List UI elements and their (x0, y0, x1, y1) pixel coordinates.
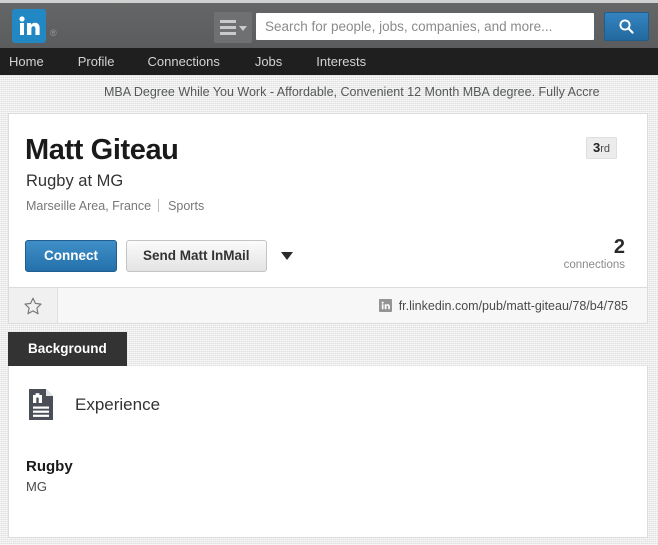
search-category-menu-button[interactable] (214, 12, 252, 43)
advertisement-text: MBA Degree While You Work - Affordable, … (104, 85, 600, 99)
primary-nav: Home Profile Connections Jobs Interests (0, 48, 658, 75)
profile-headline: Rugby at MG (26, 172, 124, 190)
profile-name: Matt Giteau (25, 134, 179, 166)
star-outline-icon (24, 297, 42, 314)
experience-section-header: Experience (27, 388, 160, 421)
profile-location: Marseille Area, France (26, 199, 152, 213)
registered-trademark-mark: ® (50, 28, 57, 38)
meta-separator (158, 199, 160, 212)
degree-suffix: rd (600, 143, 610, 155)
connections-count: 2 (613, 236, 625, 258)
global-navigation-bar: ® (0, 3, 658, 48)
search-input[interactable] (256, 13, 594, 40)
linkedin-logo[interactable] (12, 9, 46, 43)
nav-item-connections[interactable]: Connections (148, 54, 220, 69)
profile-action-buttons: Connect Send Matt InMail (25, 240, 293, 272)
advertisement-banner[interactable]: MBA Degree While You Work - Affordable, … (0, 75, 658, 111)
hamburger-menu-icon (219, 20, 236, 35)
nav-item-jobs[interactable]: Jobs (255, 54, 282, 69)
connection-degree-badge: 3rd (585, 137, 617, 159)
linkedin-mini-icon (378, 299, 392, 312)
profile-industry[interactable]: Sports (168, 199, 204, 213)
connect-button[interactable]: Connect (25, 240, 117, 272)
nav-item-profile[interactable]: Profile (78, 54, 115, 69)
search-icon (619, 19, 634, 34)
experience-entry-company[interactable]: MG (26, 479, 47, 494)
nav-item-home[interactable]: Home (9, 54, 44, 69)
profile-meta: Marseille Area, France Sports (26, 197, 204, 213)
bookmark-button[interactable] (9, 288, 58, 323)
profile-url-group[interactable]: fr.linkedin.com/pub/matt-giteau/78/b4/78… (378, 299, 647, 313)
background-panel: Experience Rugby MG (8, 366, 648, 538)
chevron-down-icon (238, 26, 247, 31)
chevron-down-icon[interactable] (280, 251, 293, 260)
experience-entry-title[interactable]: Rugby (26, 458, 73, 475)
document-experience-icon (29, 389, 53, 420)
experience-title: Experience (75, 394, 161, 414)
public-profile-url-bar: fr.linkedin.com/pub/matt-giteau/78/b4/78… (8, 288, 648, 324)
search-button[interactable] (604, 12, 649, 41)
tab-background[interactable]: Background (8, 332, 127, 367)
nav-item-interests[interactable]: Interests (316, 54, 366, 69)
public-profile-url[interactable]: fr.linkedin.com/pub/matt-giteau/78/b4/78… (399, 299, 628, 313)
profile-header-card: Matt Giteau Rugby at MG Marseille Area, … (8, 113, 648, 288)
connections-summary[interactable]: 2 connections (564, 236, 625, 272)
send-inmail-button[interactable]: Send Matt InMail (126, 240, 267, 272)
connections-label: connections (563, 259, 625, 271)
